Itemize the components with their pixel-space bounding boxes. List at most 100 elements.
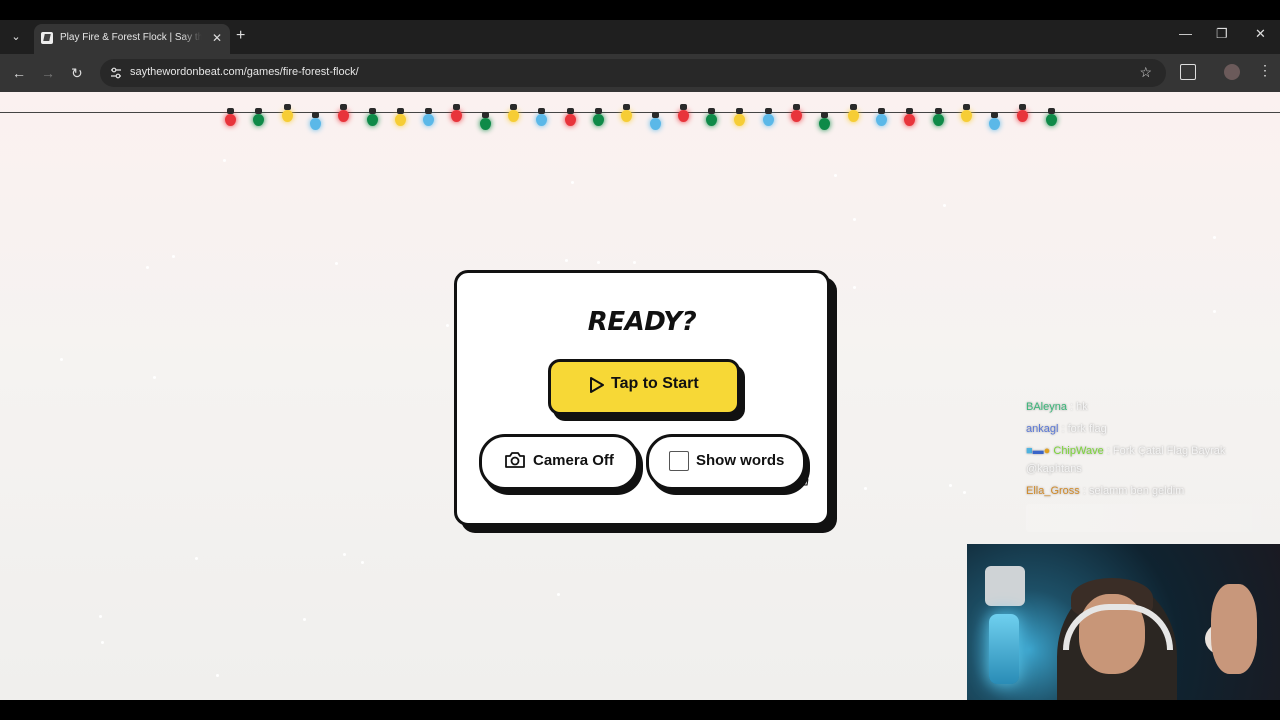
snowflake: [571, 181, 574, 184]
snowflake: [853, 218, 856, 221]
snowflake: [565, 259, 568, 262]
snowflake: [557, 593, 560, 596]
streamer-hand: [1211, 584, 1257, 674]
chat-text: fork flag: [1067, 423, 1107, 435]
chat-message: ■▬● ChipWave : Fork Çatal Flag Bayrak @k…: [1026, 445, 1226, 475]
snowflake: [1213, 310, 1216, 313]
chat-text: selamm ben geldim: [1088, 485, 1185, 497]
light-bulb: [819, 112, 831, 130]
light-bulb: [366, 108, 378, 126]
string-lights-wire: [0, 112, 1280, 113]
screen-top-bar: [0, 0, 1280, 20]
chat-badge-icons: ●: [1043, 445, 1051, 457]
light-bulb: [281, 104, 293, 122]
screen-bottom-bar: [0, 700, 1280, 720]
chat-message: Ella_Gross : selamm ben geldim: [1026, 485, 1185, 497]
site-info-icon[interactable]: [110, 67, 122, 79]
back-icon[interactable]: ←: [12, 65, 26, 81]
url-text: saythewordonbeat.com/games/fire-forest-f…: [130, 66, 359, 78]
snowflake: [446, 324, 449, 327]
tab-search-button[interactable]: ⌄: [6, 28, 26, 46]
stream-chat-overlay: BAleyna : hk ankagl : fork flag ■▬● Chip…: [1026, 398, 1276, 536]
chat-username: ChipWave: [1053, 445, 1104, 457]
snowflake: [633, 261, 636, 264]
light-bulb: [536, 108, 548, 126]
chat-badge-icons: ▬: [1032, 445, 1044, 457]
light-bulb: [762, 108, 774, 126]
forward-icon[interactable]: →: [41, 65, 55, 81]
snowflake: [153, 376, 156, 379]
chat-message: ankagl : fork flag: [1026, 423, 1107, 435]
light-bulb: [734, 108, 746, 126]
snowflake: [943, 204, 946, 207]
snowflake: [146, 266, 149, 269]
light-bulb: [791, 104, 802, 122]
profile-avatar[interactable]: [1224, 64, 1240, 80]
light-bulb: [621, 104, 633, 122]
light-bulb: [592, 108, 604, 126]
address-bar[interactable]: saythewordonbeat.com/games/fire-forest-f…: [100, 59, 1166, 87]
light-bulb: [1045, 108, 1057, 126]
show-words-checkbox[interactable]: [669, 451, 689, 471]
ready-dialog: READY? Tap to Start Camera Off Show word…: [454, 270, 830, 526]
light-bulb: [508, 104, 519, 122]
snowflake: [864, 487, 867, 490]
light-bulb: [904, 108, 916, 126]
snowflake: [361, 561, 364, 564]
camera-toggle-button[interactable]: Camera Off: [479, 434, 639, 490]
tab-strip: ⌄ Play Fire & Forest Flock | Say the Wor…: [0, 20, 1280, 54]
site-favicon-icon: [41, 32, 53, 44]
light-bulb: [564, 108, 576, 126]
bookmark-star-icon[interactable]: ☆: [1139, 64, 1152, 81]
snowflake: [172, 255, 175, 258]
restore-icon[interactable]: ❐: [1216, 26, 1228, 42]
chat-username: ankagl: [1026, 423, 1059, 435]
light-bulb: [706, 108, 718, 126]
light-bulb: [1017, 104, 1029, 122]
show-words-toggle[interactable]: Show words: [646, 434, 806, 490]
tap-to-start-button[interactable]: Tap to Start: [548, 359, 809, 486]
light-bulb: [225, 108, 236, 126]
light-bulb: [847, 104, 859, 122]
light-bulb: [451, 104, 463, 122]
snowflake: [101, 641, 104, 644]
ready-heading: READY?: [587, 307, 697, 337]
light-bulb: [253, 108, 265, 126]
light-bulb: [649, 112, 661, 130]
play-icon: [590, 377, 604, 393]
light-bulb: [960, 104, 972, 122]
light-bulb: [677, 104, 689, 122]
snowflake: [303, 618, 306, 621]
reload-icon[interactable]: ↻: [71, 65, 83, 82]
menu-kebab-icon[interactable]: ⋮: [1258, 62, 1272, 79]
window-close-icon[interactable]: ✕: [1255, 26, 1266, 42]
snowflake: [335, 262, 338, 265]
chat-text: hk: [1076, 401, 1088, 413]
chat-message-fading: [1026, 504, 1276, 532]
light-bulb: [479, 112, 491, 130]
snowflake: [853, 286, 856, 289]
snowflake: [99, 615, 102, 618]
snowflake: [834, 174, 837, 177]
tab-title: Play Fire & Forest Flock | Say the Word …: [60, 32, 202, 43]
microphone: [985, 566, 1025, 606]
minimize-icon[interactable]: —: [1179, 26, 1192, 41]
light-bulb: [423, 108, 435, 126]
snowflake: [949, 484, 952, 487]
browser-tab[interactable]: Play Fire & Forest Flock | Say the Word …: [34, 24, 230, 54]
snowflake: [223, 159, 226, 162]
extensions-icon[interactable]: [1180, 64, 1196, 80]
chat-username: BAleyna: [1026, 401, 1067, 413]
snowflake: [963, 491, 966, 494]
lamp: [989, 614, 1019, 684]
snowflake: [60, 358, 63, 361]
snowflake: [597, 261, 600, 264]
streamer-webcam: [967, 544, 1280, 720]
new-tab-button[interactable]: +: [236, 27, 245, 45]
show-words-label: Show words: [696, 452, 785, 469]
light-bulb: [932, 108, 944, 126]
light-bulb: [394, 108, 406, 126]
camera-icon: [505, 452, 525, 468]
tab-close-icon[interactable]: ✕: [212, 31, 222, 45]
light-bulb: [875, 108, 887, 126]
